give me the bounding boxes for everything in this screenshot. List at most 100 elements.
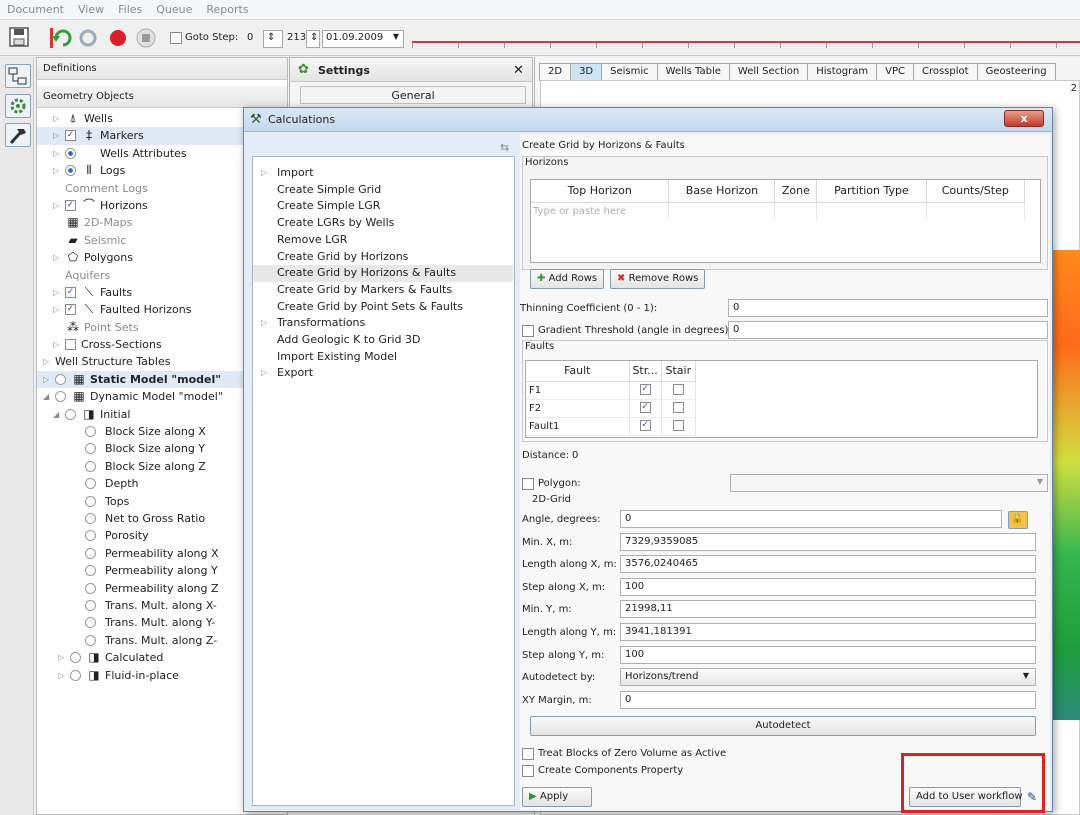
faults-table[interactable]: Fault Str... Stair F1 ✓ F2 ✓ Fault1 ✓ [525, 360, 1038, 438]
horizons-column-header[interactable]: Counts/Step [926, 180, 1026, 203]
apply-button[interactable]: ▶ Apply [522, 787, 592, 807]
gear-icon[interactable] [5, 94, 31, 118]
close-button[interactable]: x [1004, 110, 1044, 127]
calculation-item[interactable]: Remove LGR [253, 232, 513, 249]
tree-radio[interactable] [65, 147, 76, 159]
stair-checkbox[interactable] [672, 420, 684, 432]
horizons-cell[interactable] [668, 202, 776, 220]
expand-arrow-icon[interactable]: ▷ [53, 249, 63, 266]
tree-icon[interactable] [5, 64, 31, 88]
horizons-column-header[interactable]: Zone [774, 180, 818, 203]
record-icon[interactable] [106, 26, 130, 50]
calculation-item[interactable]: Create LGRs by Wells [253, 215, 513, 232]
settings-general-item[interactable]: General [300, 86, 526, 104]
tree-radio[interactable] [65, 165, 76, 177]
horizons-input-cell[interactable]: Type or paste here [531, 202, 670, 220]
tree-radio[interactable] [85, 478, 96, 490]
tree-radio[interactable] [85, 547, 96, 559]
faults-column-header[interactable]: Str... [629, 361, 662, 382]
tab-wells-table[interactable]: Wells Table [656, 63, 729, 81]
tree-checkbox[interactable]: ✓ [65, 199, 76, 211]
tree-checkbox[interactable]: ✓ [65, 130, 76, 142]
tree-radio[interactable] [55, 373, 66, 385]
grid-field-input[interactable]: 21998,11 [620, 600, 1036, 619]
add-rows-button[interactable]: ✚ Add Rows [530, 269, 605, 289]
thinning-input[interactable]: 0 [728, 299, 1048, 317]
timeline-slider[interactable] [412, 33, 1080, 49]
gradient-checkbox[interactable] [522, 325, 534, 337]
cycle-icon[interactable] [76, 26, 100, 50]
expand-arrow-icon[interactable]: ▷ [53, 162, 63, 179]
menu-item-queue[interactable]: Queue [149, 0, 199, 16]
calculation-item[interactable]: Create Simple LGR [253, 198, 513, 215]
polygon-dropdown[interactable]: ▼ [730, 474, 1048, 492]
expand-arrow-icon[interactable]: ▷ [53, 197, 63, 214]
horizons-column-header[interactable]: Base Horizon [668, 180, 776, 203]
hammer-icon[interactable] [5, 123, 31, 147]
expand-arrow-icon[interactable]: ▷ [53, 301, 63, 318]
tree-radio[interactable] [85, 495, 96, 507]
expand-arrow-icon[interactable]: ▷ [53, 284, 63, 301]
tree-radio[interactable] [85, 426, 96, 438]
calculation-item[interactable]: Create Grid by Markers & Faults [253, 282, 513, 299]
save-icon[interactable] [8, 26, 32, 50]
calculation-item[interactable]: Create Grid by Horizons & Faults [253, 265, 513, 282]
collapse-arrow-icon[interactable]: ◢ [43, 388, 53, 405]
table-row[interactable]: F1 ✓ [526, 381, 697, 400]
tree-radio[interactable] [85, 634, 96, 646]
calculation-item[interactable]: ▷ Export [253, 365, 513, 382]
tree-radio[interactable] [65, 408, 76, 420]
menu-item-document[interactable]: Document [0, 0, 71, 16]
menu-item-view[interactable]: View [71, 0, 111, 16]
horizons-cell[interactable] [774, 202, 818, 220]
tree-radio[interactable] [85, 565, 96, 577]
expand-arrow-icon[interactable]: ▷ [43, 371, 53, 388]
horizons-column-header[interactable]: Top Horizon [531, 180, 670, 203]
expand-arrow-icon[interactable]: ▷ [261, 365, 267, 381]
tree-radio[interactable] [85, 460, 96, 472]
tab-crossplot[interactable]: Crossplot [912, 63, 977, 81]
grid-field-input[interactable]: 3941,181391 [620, 623, 1036, 641]
table-row[interactable]: Fault1 ✓ [526, 417, 697, 436]
gradient-input[interactable]: 0 [728, 321, 1048, 339]
max-step-spinner-icon[interactable]: ⇕ [306, 30, 320, 48]
menu-item-files[interactable]: Files [111, 0, 149, 16]
tab-well-section[interactable]: Well Section [728, 63, 808, 81]
stop-icon[interactable] [134, 26, 158, 50]
grid-field-input[interactable]: 100 [620, 577, 1036, 596]
strike-checkbox[interactable]: ✓ [639, 420, 651, 432]
date-dropdown[interactable]: 01.09.2009 ▼ [322, 30, 404, 48]
expand-arrow-icon[interactable]: ▷ [58, 649, 68, 666]
grid-field-input[interactable]: 100 [620, 645, 1036, 664]
calculation-item[interactable]: Add Geologic K to Grid 3D [253, 332, 513, 349]
treat-blocks-checkbox[interactable] [522, 748, 534, 760]
expand-arrow-icon[interactable]: ▷ [43, 353, 53, 370]
tree-radio[interactable] [70, 669, 81, 681]
tree-radio[interactable] [85, 582, 96, 594]
table-row[interactable]: F2 ✓ [526, 399, 697, 418]
calculation-item[interactable]: Create Grid by Point Sets & Faults [253, 299, 513, 316]
faults-column-header[interactable]: Fault [526, 361, 630, 382]
horizons-cell[interactable] [926, 202, 1026, 220]
step-spinner-icon[interactable]: ⇕ [263, 30, 283, 48]
grid-field-input[interactable]: 7329,9359085 [620, 532, 1036, 551]
refresh-icon[interactable] [48, 26, 72, 50]
stair-checkbox[interactable] [672, 384, 684, 396]
strike-checkbox[interactable]: ✓ [639, 384, 651, 396]
horizons-column-header[interactable]: Partition Type [816, 180, 927, 203]
horizons-table[interactable]: Top Horizon Base Horizon Zone Partition Typ… [530, 179, 1041, 263]
expand-arrow-icon[interactable]: ▷ [261, 315, 267, 331]
tab-seismic[interactable]: Seismic [601, 63, 657, 81]
menu-item-reports[interactable]: Reports [199, 0, 255, 16]
tree-checkbox[interactable]: ✓ [65, 286, 76, 298]
tree-radio[interactable] [85, 599, 96, 611]
swap-arrows-icon[interactable]: ⇆ [500, 141, 509, 154]
grid-field-input[interactable]: 0 [620, 690, 1036, 709]
autodetect-button[interactable]: Autodetect [530, 716, 1036, 736]
tree-radio[interactable] [70, 652, 81, 664]
tab-3d[interactable]: 3D [570, 63, 602, 81]
tree-radio[interactable] [85, 512, 96, 524]
expand-arrow-icon[interactable]: ▷ [53, 127, 63, 144]
tab-vpc[interactable]: VPC [876, 63, 913, 81]
remove-rows-button[interactable]: ✖ Remove Rows [610, 269, 706, 289]
